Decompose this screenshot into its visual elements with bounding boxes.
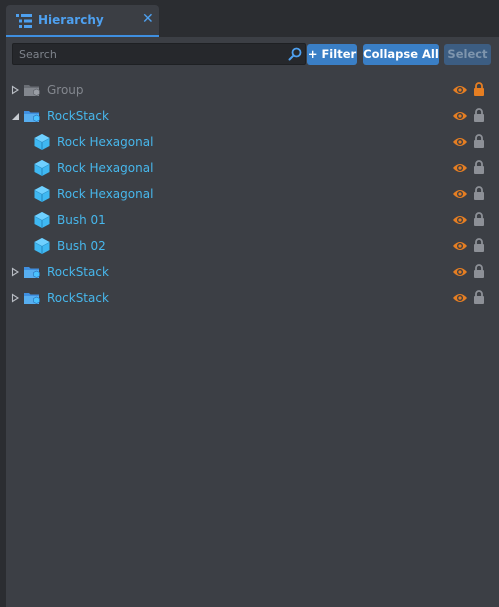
visibility-eye-icon[interactable] — [452, 213, 468, 227]
tree-item-label: RockStack — [47, 265, 109, 279]
tree-item-label: Bush 01 — [57, 213, 106, 227]
tree-row[interactable]: RockStack — [6, 259, 499, 285]
visibility-eye-icon[interactable] — [452, 265, 468, 279]
tree-row[interactable]: Rock Hexagonal — [6, 129, 499, 155]
collapsed-arrow-icon[interactable] — [10, 267, 20, 277]
tree-row[interactable]: Group — [6, 77, 499, 103]
expanded-arrow-icon[interactable] — [10, 111, 20, 121]
tree-row[interactable]: RockStack — [6, 103, 499, 129]
filter-button[interactable]: + Filter — [307, 44, 357, 65]
tree-item-label: Rock Hexagonal — [57, 187, 154, 201]
unlock-icon[interactable] — [473, 212, 485, 226]
visibility-eye-icon[interactable] — [452, 187, 468, 201]
tab-bar: Hierarchy ✕ — [0, 0, 499, 38]
tree-row[interactable]: Bush 02 — [6, 233, 499, 259]
unlock-icon[interactable] — [473, 186, 485, 200]
object-cube-icon — [34, 212, 50, 228]
tab-hierarchy[interactable]: Hierarchy ✕ — [6, 5, 159, 37]
hierarchy-list-icon — [16, 14, 32, 28]
tree-item-label: Group — [47, 83, 84, 97]
object-cube-icon — [34, 160, 50, 176]
search-input[interactable] — [13, 44, 283, 64]
collapsed-arrow-icon[interactable] — [10, 293, 20, 303]
visibility-eye-icon[interactable] — [452, 291, 468, 305]
unlock-icon[interactable] — [473, 160, 485, 174]
visibility-eye-icon[interactable] — [452, 161, 468, 175]
visibility-eye-icon[interactable] — [452, 83, 468, 97]
search-box — [12, 43, 306, 65]
tree-item-label: RockStack — [47, 291, 109, 305]
visibility-eye-icon[interactable] — [452, 239, 468, 253]
search-icon[interactable] — [288, 47, 302, 61]
tab-title: Hierarchy — [38, 13, 104, 27]
unlock-icon[interactable] — [473, 290, 485, 304]
object-cube-icon — [34, 186, 50, 202]
tree-row[interactable]: Bush 01 — [6, 207, 499, 233]
tree-row[interactable]: Rock Hexagonal — [6, 181, 499, 207]
tree-item-label: Rock Hexagonal — [57, 161, 154, 175]
object-cube-icon — [34, 238, 50, 254]
hierarchy-toolbar: + Filter Collapse All Select — [6, 37, 499, 73]
tree-row[interactable]: RockStack — [6, 285, 499, 311]
unlock-icon[interactable] — [473, 134, 485, 148]
collapsed-arrow-icon[interactable] — [10, 85, 20, 95]
unlock-icon[interactable] — [473, 108, 485, 122]
hierarchy-panel: + Filter Collapse All Select Group RockSt… — [6, 37, 499, 607]
select-button[interactable]: Select — [444, 44, 491, 65]
object-cube-icon — [34, 134, 50, 150]
visibility-eye-icon[interactable] — [452, 135, 468, 149]
close-icon[interactable]: ✕ — [142, 11, 154, 27]
tree-item-label: Bush 02 — [57, 239, 106, 253]
group-folder-icon — [24, 85, 40, 96]
tree-row[interactable]: Rock Hexagonal — [6, 155, 499, 181]
visibility-eye-icon[interactable] — [452, 109, 468, 123]
unlock-icon[interactable] — [473, 264, 485, 278]
group-folder-icon — [24, 111, 40, 122]
collapse-all-button[interactable]: Collapse All — [363, 44, 439, 65]
tree-item-label: RockStack — [47, 109, 109, 123]
unlock-icon[interactable] — [473, 238, 485, 252]
group-folder-icon — [24, 293, 40, 304]
lock-icon[interactable] — [473, 82, 485, 96]
tree-item-label: Rock Hexagonal — [57, 135, 154, 149]
group-folder-icon — [24, 267, 40, 278]
